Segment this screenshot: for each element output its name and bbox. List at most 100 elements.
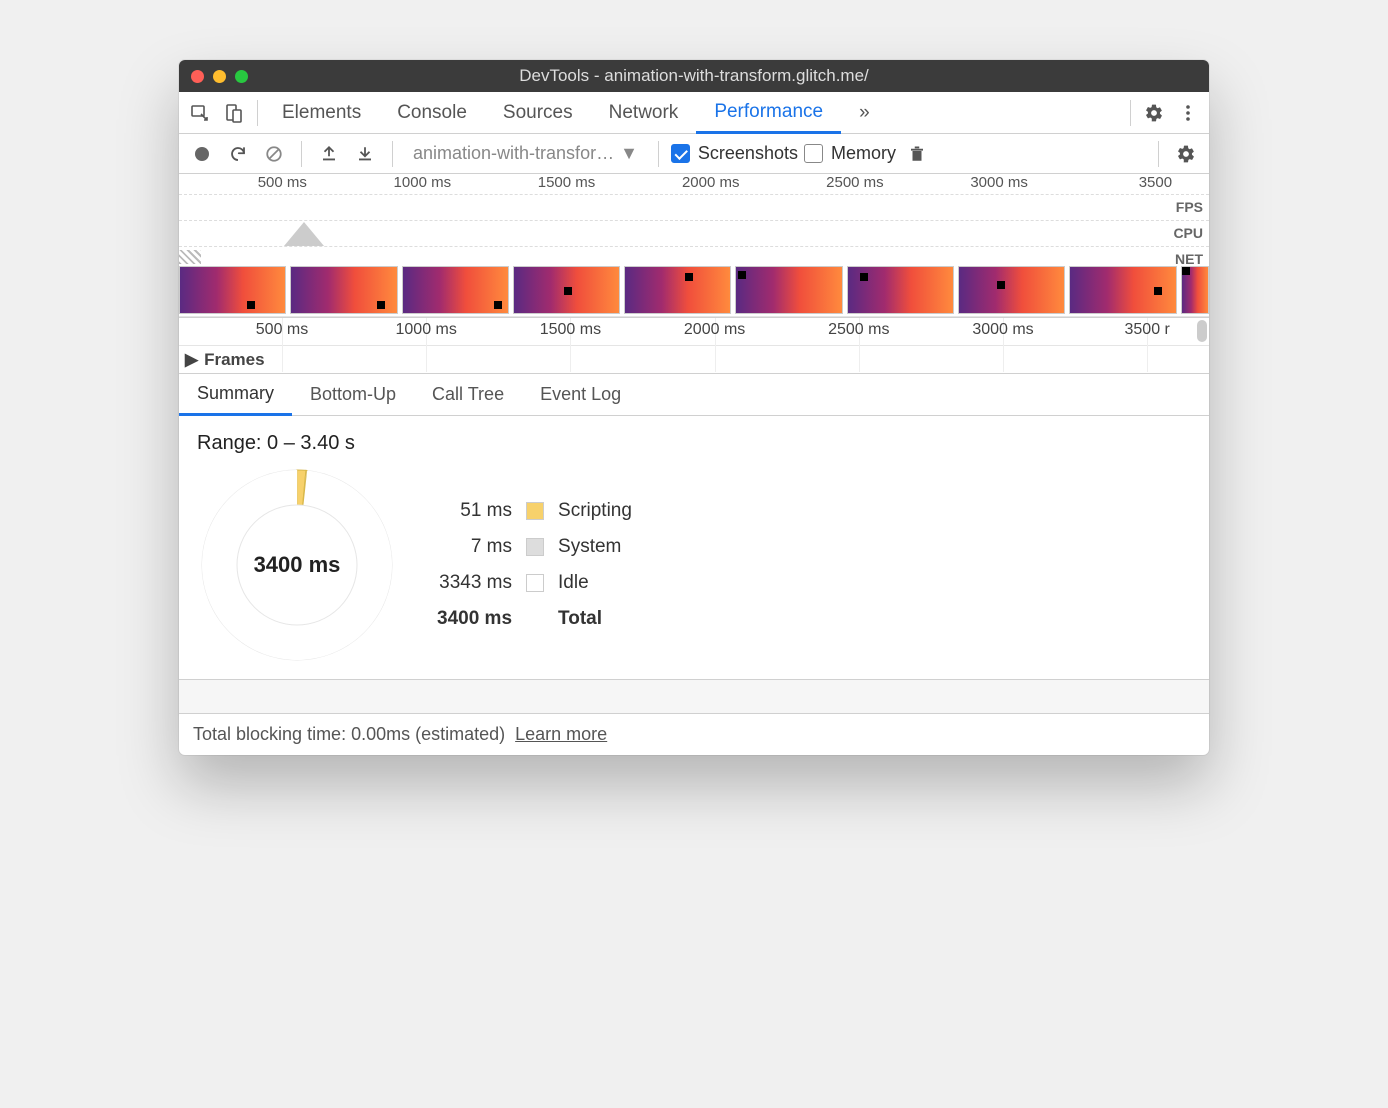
cpu-label: CPU (1173, 225, 1203, 241)
memory-checkbox[interactable]: Memory (804, 143, 896, 164)
screenshot-thumb[interactable] (513, 266, 620, 314)
legend-label: Idle (558, 572, 632, 594)
screenshot-thumb[interactable] (1069, 266, 1176, 314)
main-tabs: Elements Console Sources Network Perform… (179, 92, 1209, 134)
screenshot-thumb[interactable] (179, 266, 286, 314)
ruler-tick: 500 ms (258, 174, 313, 191)
ruler-tick: 2000 ms (684, 321, 745, 339)
legend-value: 7 ms (437, 536, 512, 558)
window-close-button[interactable] (191, 70, 204, 83)
tab-performance[interactable]: Performance (696, 92, 841, 134)
separator (1158, 141, 1159, 167)
tab-bottom-up[interactable]: Bottom-Up (292, 374, 414, 416)
ruler-tick: 2500 ms (828, 321, 889, 339)
blocking-time-text: Total blocking time: 0.00ms (estimated) (193, 724, 505, 745)
record-button-icon[interactable] (187, 139, 217, 169)
fps-lane: FPS (179, 194, 1209, 220)
screenshot-thumb[interactable] (735, 266, 842, 314)
save-profile-icon[interactable] (350, 139, 380, 169)
legend-swatch (526, 574, 544, 592)
legend-value: 51 ms (437, 500, 512, 522)
settings-gear-icon[interactable] (1137, 92, 1171, 134)
timeline-area[interactable]: 500 ms1000 ms1500 ms2000 ms2500 ms3000 m… (179, 318, 1209, 374)
clear-icon[interactable] (259, 139, 289, 169)
window-minimize-button[interactable] (213, 70, 226, 83)
legend-label: System (558, 536, 632, 558)
learn-more-link[interactable]: Learn more (515, 724, 607, 745)
fps-label: FPS (1176, 199, 1203, 215)
checkbox-icon (804, 144, 823, 163)
legend-total-value: 3400 ms (437, 608, 512, 630)
drawer-resizer[interactable] (179, 679, 1209, 713)
frames-label: Frames (204, 350, 264, 370)
expand-triangle-icon[interactable]: ▶ (185, 350, 198, 370)
devtools-window: DevTools - animation-with-transform.glit… (179, 60, 1209, 755)
tab-event-log[interactable]: Event Log (522, 374, 639, 416)
separator (257, 100, 258, 126)
screenshot-thumb[interactable] (958, 266, 1065, 314)
checkbox-icon (671, 144, 690, 163)
kebab-menu-icon[interactable] (1171, 92, 1205, 134)
ruler-tick: 2500 ms (826, 174, 890, 191)
scrollbar-thumb[interactable] (1197, 320, 1207, 342)
filmstrip[interactable] (179, 264, 1209, 317)
net-lane: NET (179, 246, 1209, 264)
inspect-element-icon[interactable] (183, 92, 217, 134)
capture-settings-gear-icon[interactable] (1171, 139, 1201, 169)
ruler-tick: 2000 ms (682, 174, 746, 191)
donut-center-label: 3400 ms (254, 552, 341, 578)
screenshot-thumb[interactable] (402, 266, 509, 314)
gc-trash-icon[interactable] (902, 139, 932, 169)
legend-value: 3343 ms (437, 572, 512, 594)
legend-label: Scripting (558, 500, 632, 522)
perf-toolbar: animation-with-transfor… ▼ Screenshots M… (179, 134, 1209, 174)
cpu-spike (284, 222, 324, 246)
tab-console[interactable]: Console (379, 92, 485, 134)
tab-elements[interactable]: Elements (264, 92, 379, 134)
ruler-tick: 3500 r (1125, 321, 1170, 339)
window-zoom-button[interactable] (235, 70, 248, 83)
legend-total-label: Total (558, 608, 632, 630)
overview-lanes: FPS CPU NET (179, 194, 1209, 264)
traffic-lights (191, 70, 248, 83)
tabs-overflow[interactable]: » (841, 92, 888, 134)
screenshot-thumb[interactable] (290, 266, 397, 314)
separator (301, 141, 302, 167)
ruler-tick: 3000 ms (972, 321, 1033, 339)
memory-label: Memory (831, 143, 896, 164)
separator (392, 141, 393, 167)
reload-record-icon[interactable] (223, 139, 253, 169)
timeline-ruler: 500 ms1000 ms1500 ms2000 ms2500 ms3000 m… (179, 318, 1209, 346)
ruler-tick: 1000 ms (394, 174, 458, 191)
ruler-tick: 3500 (1139, 174, 1178, 191)
legend-swatch (526, 502, 544, 520)
ruler-tick: 1500 ms (538, 174, 602, 191)
summary-panel: Range: 0 – 3.40 s 3400 ms 51 ms Scripting… (179, 416, 1209, 679)
window-title: DevTools - animation-with-transform.glit… (179, 66, 1209, 86)
overview-ruler: 500 ms1000 ms1500 ms2000 ms2500 ms3000 m… (179, 174, 1209, 194)
tab-sources[interactable]: Sources (485, 92, 591, 134)
cpu-lane: CPU (179, 220, 1209, 246)
profile-dropdown[interactable]: animation-with-transfor… ▼ (405, 143, 646, 164)
screenshot-thumb[interactable] (624, 266, 731, 314)
separator (1130, 100, 1131, 126)
screenshot-thumb[interactable] (1181, 266, 1209, 314)
ruler-tick: 1000 ms (396, 321, 457, 339)
screenshots-checkbox[interactable]: Screenshots (671, 143, 798, 164)
frames-row[interactable]: ▶ Frames (179, 346, 1209, 374)
net-label: NET (1175, 251, 1203, 267)
ruler-tick: 1500 ms (540, 321, 601, 339)
screenshot-thumb[interactable] (847, 266, 954, 314)
footer: Total blocking time: 0.00ms (estimated) … (179, 713, 1209, 755)
tab-call-tree[interactable]: Call Tree (414, 374, 522, 416)
titlebar: DevTools - animation-with-transform.glit… (179, 60, 1209, 92)
details-tabs: Summary Bottom-Up Call Tree Event Log (179, 374, 1209, 416)
legend-swatch (526, 538, 544, 556)
overview-panel[interactable]: 500 ms1000 ms1500 ms2000 ms2500 ms3000 m… (179, 174, 1209, 318)
tab-summary[interactable]: Summary (179, 374, 292, 416)
tab-network[interactable]: Network (591, 92, 697, 134)
range-text: Range: 0 – 3.40 s (197, 432, 1191, 455)
device-toolbar-icon[interactable] (217, 92, 251, 134)
load-profile-icon[interactable] (314, 139, 344, 169)
profile-label: animation-with-transfor… (413, 143, 614, 164)
